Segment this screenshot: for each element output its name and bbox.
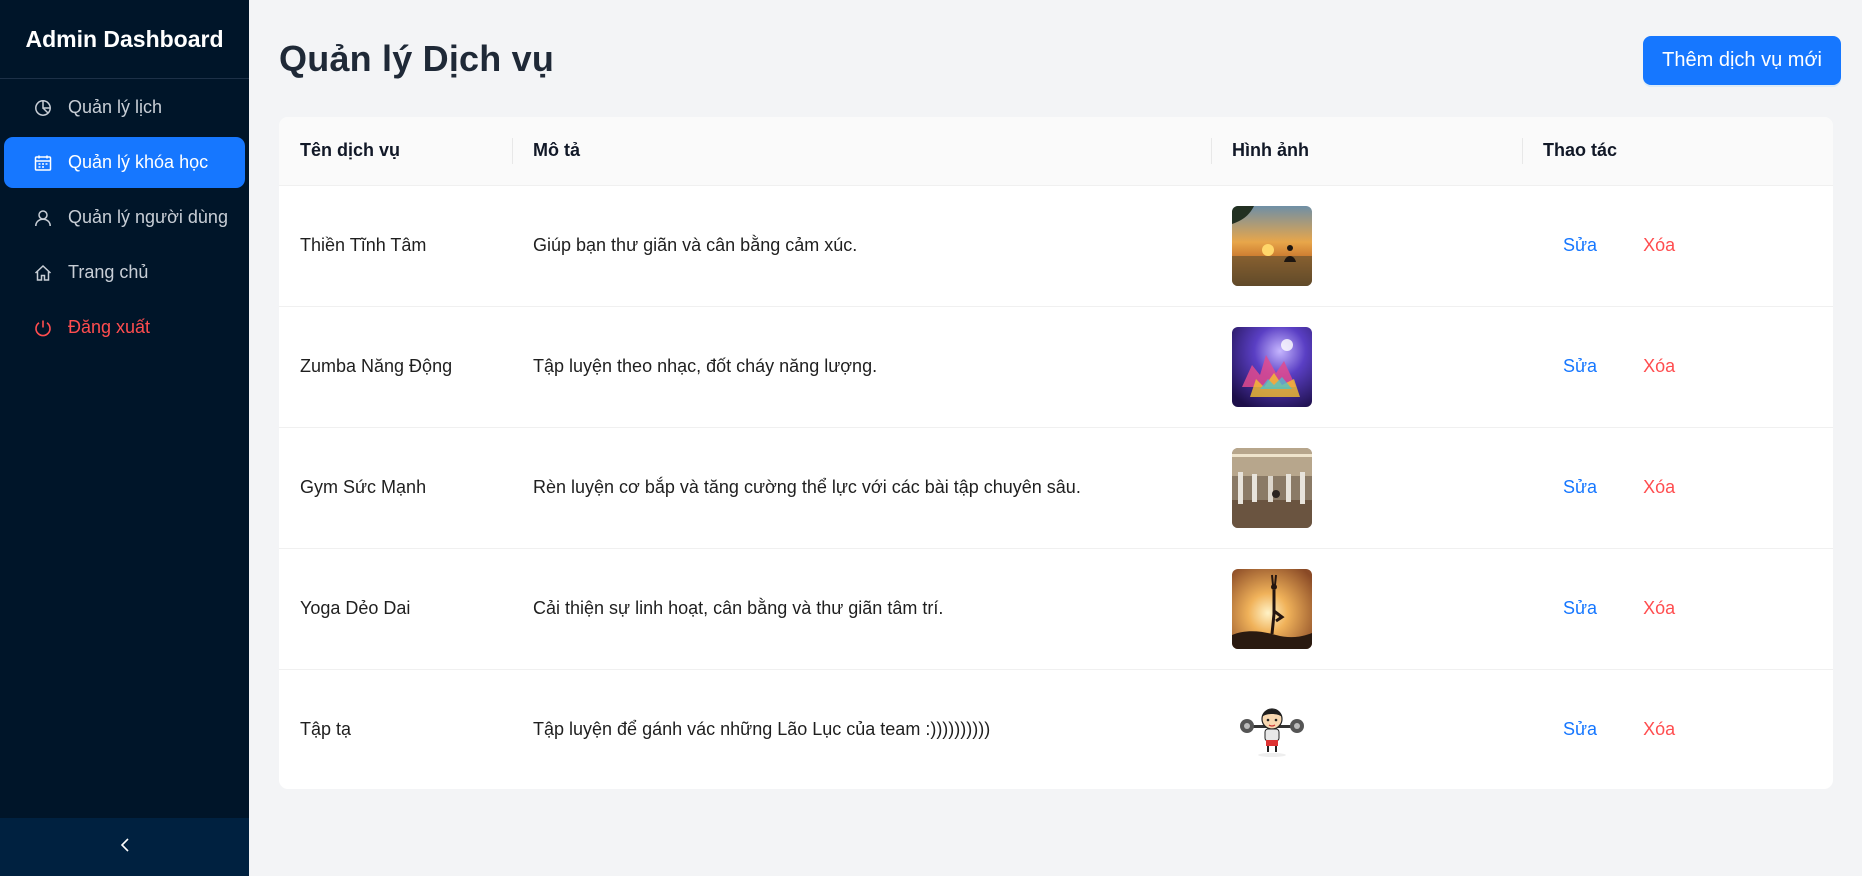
service-description: Tập luyện để gánh vác những Lão Lục của … (533, 718, 991, 739)
delete-button[interactable]: Xóa (1643, 356, 1675, 377)
sidebar-item-home[interactable]: Trang chủ (4, 247, 245, 298)
edit-button[interactable]: Sửa (1563, 477, 1597, 498)
delete-button[interactable]: Xóa (1643, 719, 1675, 740)
gym-room-image (1232, 447, 1312, 528)
app-title: Admin Dashboard (0, 0, 249, 79)
add-service-button[interactable]: Thêm dịch vụ mới (1643, 36, 1841, 85)
zumba-dance-image (1232, 326, 1312, 407)
yoga-silhouette-image (1232, 568, 1312, 649)
service-name: Gym Sức Mạnh (279, 427, 512, 549)
page-title: Quản lý Dịch vụ (279, 38, 555, 79)
sidebar-item-label: Quản lý lịch (68, 97, 163, 117)
sidebar-item-label: Quản lý người dùng (68, 207, 228, 227)
table-row: Gym Sức Mạnh Rèn luyện cơ bắp và tăng cư… (279, 427, 1833, 549)
delete-button[interactable]: Xóa (1643, 477, 1675, 498)
pie-chart-icon (33, 98, 53, 118)
column-header-description: Mô tả (512, 117, 1211, 186)
edit-button[interactable]: Sửa (1563, 598, 1597, 619)
service-description: Giúp bạn thư giãn và cân bằng cảm xúc. (512, 185, 1211, 307)
cartoon-weightlifter-image (1232, 689, 1312, 770)
table-header-row: Tên dịch vụ Mô tả Hình ảnh Thao tác (279, 117, 1833, 186)
user-icon (33, 208, 53, 228)
schedule-icon (33, 153, 53, 173)
service-name: Zumba Năng Động (279, 306, 512, 428)
sidebar-item-label: Trang chủ (68, 262, 149, 282)
table-row: Yoga Dẻo Dai Cải thiện sự linh hoạt, cân… (279, 548, 1833, 670)
edit-button[interactable]: Sửa (1563, 356, 1597, 377)
delete-button[interactable]: Xóa (1643, 598, 1675, 619)
services-table: Tên dịch vụ Mô tả Hình ảnh Thao tác Thiề… (279, 117, 1833, 789)
sidebar-item-label: Quản lý khóa học (68, 152, 209, 172)
sidebar-item-users[interactable]: Quản lý người dùng (4, 192, 245, 243)
service-name: Tập tạ (300, 718, 352, 739)
sidebar-collapse-button[interactable] (0, 818, 249, 876)
table-row: Thiền Tĩnh Tâm Giúp bạn thư giãn và cân … (279, 185, 1833, 307)
sidebar-menu: Quản lý lịch Quản lý khóa học Quản lý ng… (0, 82, 249, 353)
column-header-actions: Thao tác (1522, 117, 1833, 186)
column-header-name: Tên dịch vụ (279, 117, 512, 186)
sidebar-item-logout[interactable]: Đăng xuất (4, 302, 245, 353)
service-name: Yoga Dẻo Dai (279, 548, 512, 670)
main-content: Quản lý Dịch vụ Thêm dịch vụ mới Tên dịc… (249, 0, 1862, 876)
sidebar: Admin Dashboard Quản lý lịch Quản lý khó… (0, 0, 249, 876)
delete-button[interactable]: Xóa (1643, 235, 1675, 256)
edit-button[interactable]: Sửa (1563, 719, 1597, 740)
power-icon (33, 318, 53, 338)
meditation-sunset-image (1232, 205, 1312, 286)
column-header-image: Hình ảnh (1211, 117, 1522, 186)
service-description: Cải thiện sự linh hoạt, cân bằng và thư … (512, 548, 1211, 670)
sidebar-item-label: Đăng xuất (68, 317, 151, 337)
sidebar-item-courses[interactable]: Quản lý khóa học (4, 137, 245, 188)
chevron-left-icon (119, 837, 131, 858)
edit-button[interactable]: Sửa (1563, 235, 1597, 256)
sidebar-item-schedule[interactable]: Quản lý lịch (4, 82, 245, 133)
service-description: Rèn luyện cơ bắp và tăng cường thể lực v… (512, 427, 1211, 549)
home-icon (33, 263, 53, 283)
service-name: Thiền Tĩnh Tâm (279, 185, 512, 307)
table-row: Tập tạ Tập luyện để gánh vác những Lão L… (279, 669, 1833, 789)
service-description: Tập luyện theo nhạc, đốt cháy năng lượng… (512, 306, 1211, 428)
table-row: Zumba Năng Động Tập luyện theo nhạc, đốt… (279, 306, 1833, 428)
